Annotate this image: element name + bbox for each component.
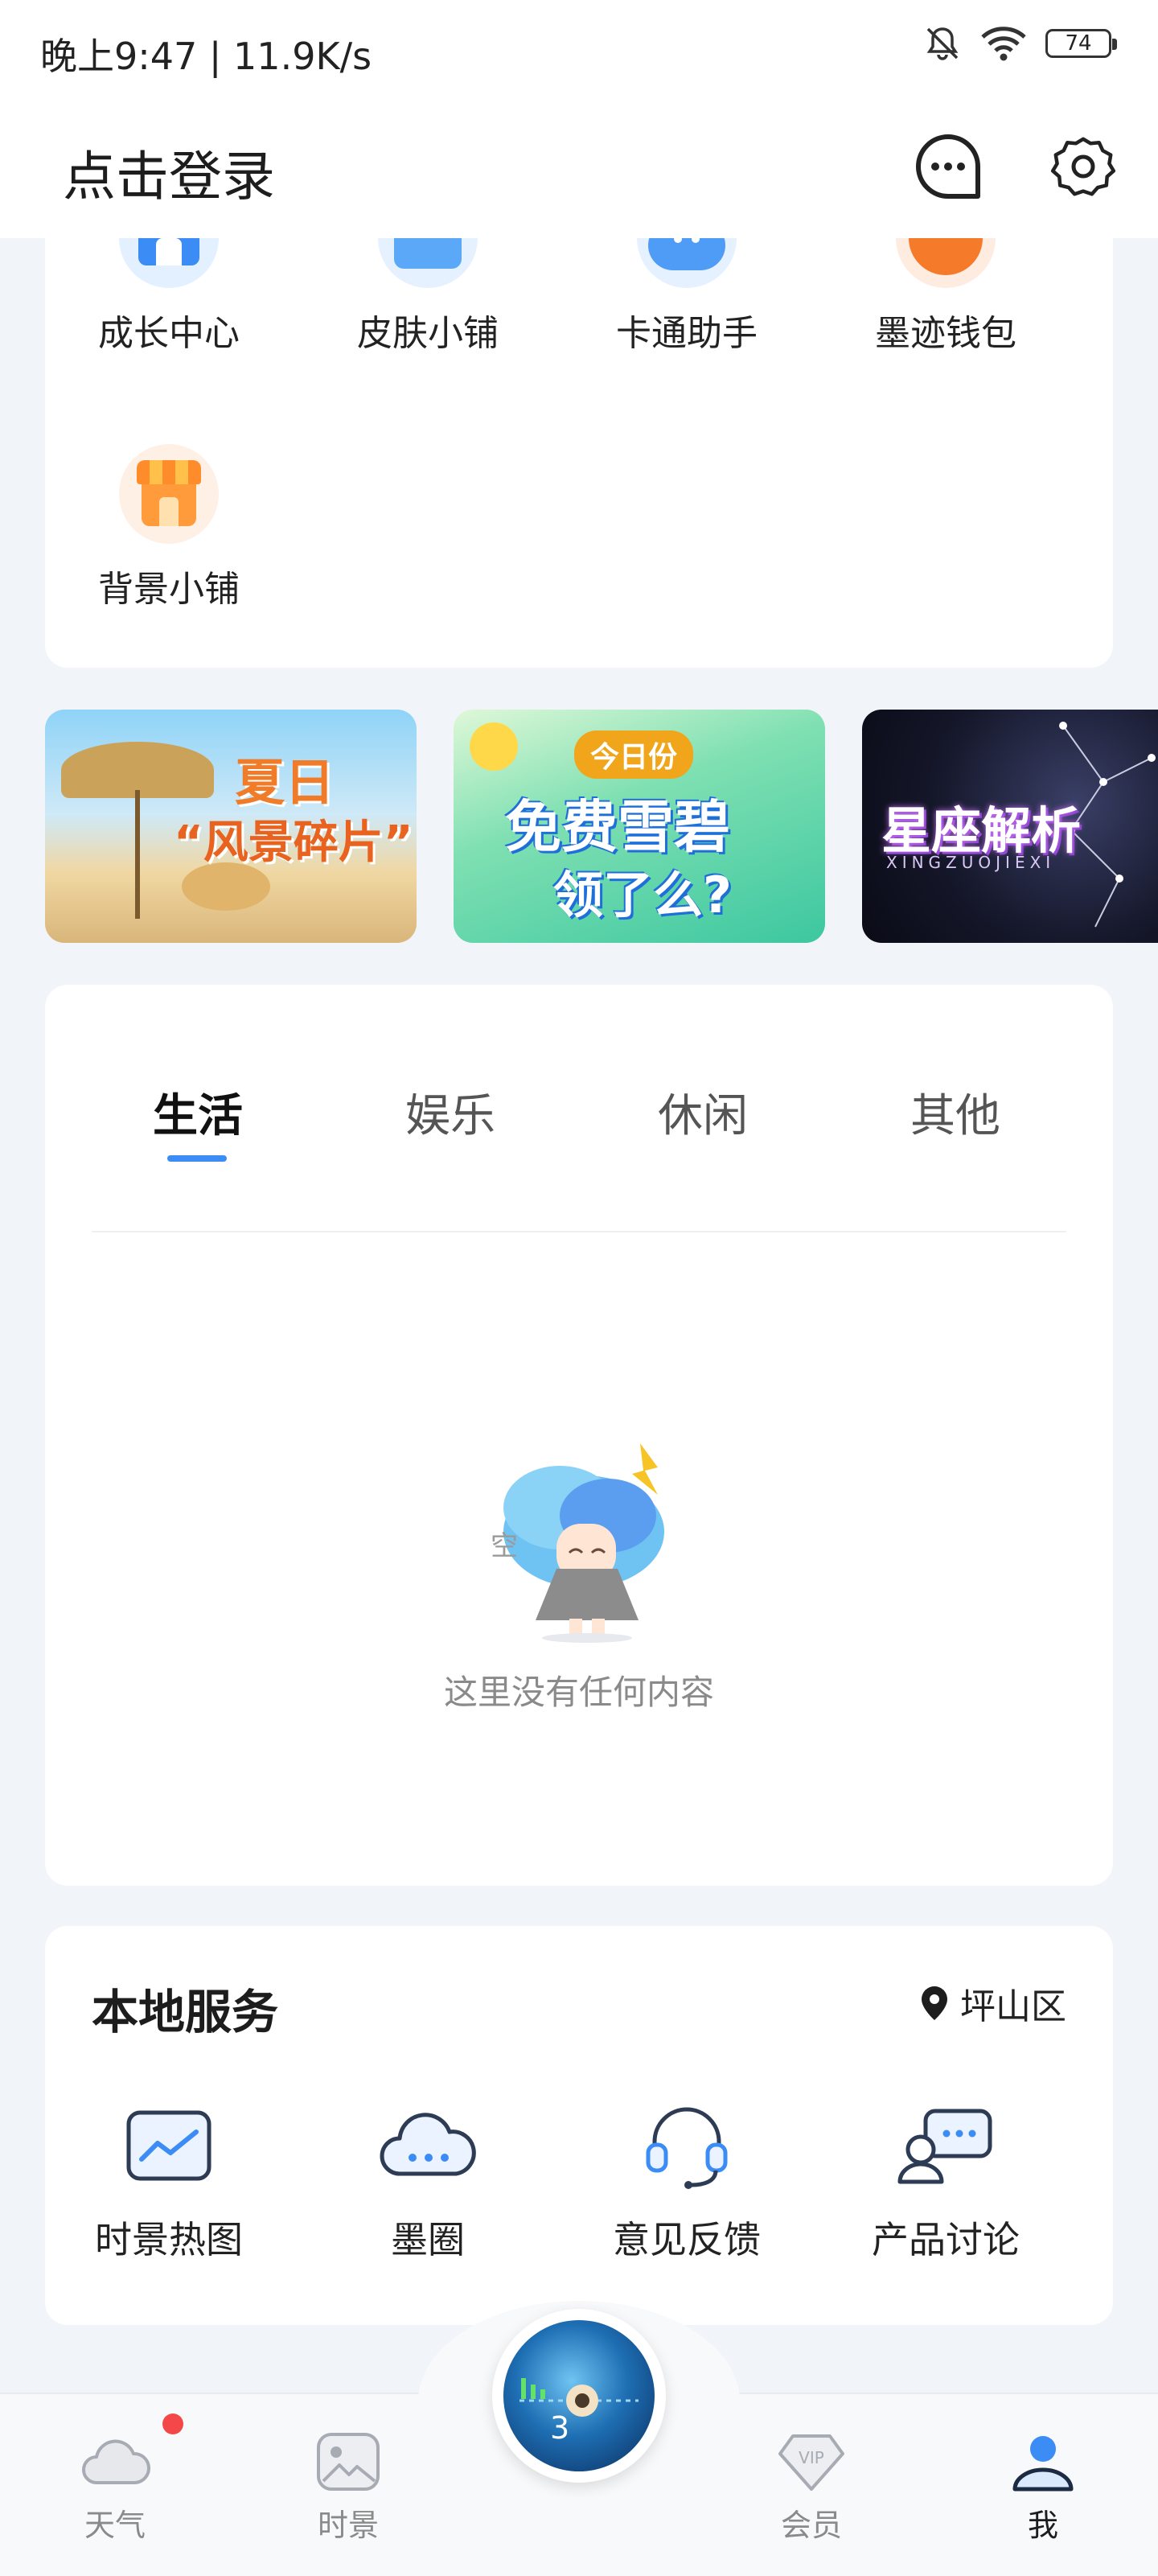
nav-vip[interactable]: VIP 会员 [743,2430,880,2545]
tab-life[interactable]: 生活 [153,1080,243,1145]
banner-sprite-subtitle: 领了么? [553,866,732,924]
picture-icon [317,2433,380,2491]
svg-text:VIP: VIP [799,2448,824,2467]
banner-sprite-title: 免费雪碧 [505,794,730,860]
sound-wave-icon [519,2378,639,2417]
category-tabs-card: 生活 娱乐 休闲 其他 空 这里没有任何内容 [45,985,1113,1886]
tab-other[interactable]: 其他 [910,1080,1000,1145]
center-orb: 3 [503,2320,655,2471]
location-selector[interactable]: 坪山区 [920,1977,1066,2029]
location-text: 坪山区 [960,1986,1066,2027]
tabs-divider [92,1231,1066,1232]
login-link[interactable]: 点击登录 [63,134,275,211]
nav-label: 我 [1027,2508,1058,2543]
local-services-title: 本地服务 [92,1985,279,2039]
service-label: 墨圈 [391,2218,465,2261]
center-count: 3 [550,2410,570,2446]
tab-leisure[interactable]: 休闲 [658,1080,748,1145]
nav-weather[interactable]: 天气 [47,2430,183,2545]
tools-card: 成长中心 皮肤小铺 卡通助手 墨迹钱包 背景小铺 [45,188,1113,668]
notification-dot [162,2413,183,2434]
empty-state-text: 这里没有任何内容 [443,1673,714,1712]
nav-label: 天气 [84,2508,146,2543]
battery-icon: 74 [1045,29,1117,58]
user-icon [1012,2436,1074,2492]
banner-constellation-subtitle: XINGZUOJIEXI [886,853,1056,872]
status-icons: 74 [923,24,1117,63]
tool-label: 皮肤小铺 [357,313,499,354]
top-bar: 晚上9:47 | 11.9K/s 74 点击登录 [0,0,1158,238]
service-label: 产品讨论 [872,2218,1020,2261]
image-heatmap-icon [126,2110,211,2181]
nav-scenery[interactable]: 时景 [280,2430,417,2545]
battery-level: 74 [1065,31,1092,56]
nav-label: 会员 [780,2508,842,2543]
tool-label: 背景小铺 [98,569,240,610]
banner-constellation[interactable]: 星座解析 XINGZUOJIEXI [862,710,1158,943]
discussion-icon [897,2109,992,2184]
location-pin-icon [922,1986,947,2020]
service-label: 时景热图 [95,2218,243,2261]
cloud-chat-icon [380,2113,476,2176]
cloud-icon [82,2439,151,2484]
banner-sprite[interactable]: 今日份 免费雪碧 领了么? [454,710,825,943]
vip-icon: VIP [778,2434,844,2491]
gear-icon [1050,137,1116,196]
banner-summer-title: 夏日 [235,753,335,812]
service-discussion[interactable]: 产品讨论 [825,2101,1066,2264]
mute-bell-icon [926,27,959,60]
tab-active-indicator [167,1155,227,1162]
background-shop-icon [119,444,219,544]
settings-button[interactable] [1049,132,1118,201]
banner-summer[interactable]: 夏日 “风景碎片” [45,710,417,943]
tool-label: 成长中心 [98,313,240,354]
tool-label: 卡通助手 [616,313,758,354]
tool-label: 墨迹钱包 [875,313,1016,354]
service-cloud-chat[interactable]: 墨圈 [307,2101,548,2264]
empty-state-bubble: 空 [491,1530,518,1562]
local-services-card: 本地服务 坪山区 时景热图 墨圈 意见反馈 产品讨论 [45,1926,1113,2325]
center-voice-button[interactable]: 3 [492,2309,666,2483]
nav-me[interactable]: 我 [975,2430,1111,2545]
message-icon [916,134,980,199]
banner-sprite-badge: 今日份 [574,730,694,779]
tool-background-shop[interactable]: 背景小铺 [48,444,290,611]
service-feedback[interactable]: 意见反馈 [566,2101,807,2264]
nav-label: 时景 [317,2508,379,2543]
wifi-icon [981,27,1026,61]
message-button[interactable] [914,132,983,201]
banner-constellation-title: 星座解析 [881,801,1082,860]
status-time: 晚上9:47 | 11.9K/s [40,35,372,78]
tab-entertainment[interactable]: 娱乐 [405,1080,495,1145]
service-label: 意见反馈 [613,2218,761,2261]
headset-icon [646,2107,728,2189]
banner-summer-subtitle: “风景碎片” [174,817,413,869]
service-image-heatmap[interactable]: 时景热图 [48,2101,290,2264]
